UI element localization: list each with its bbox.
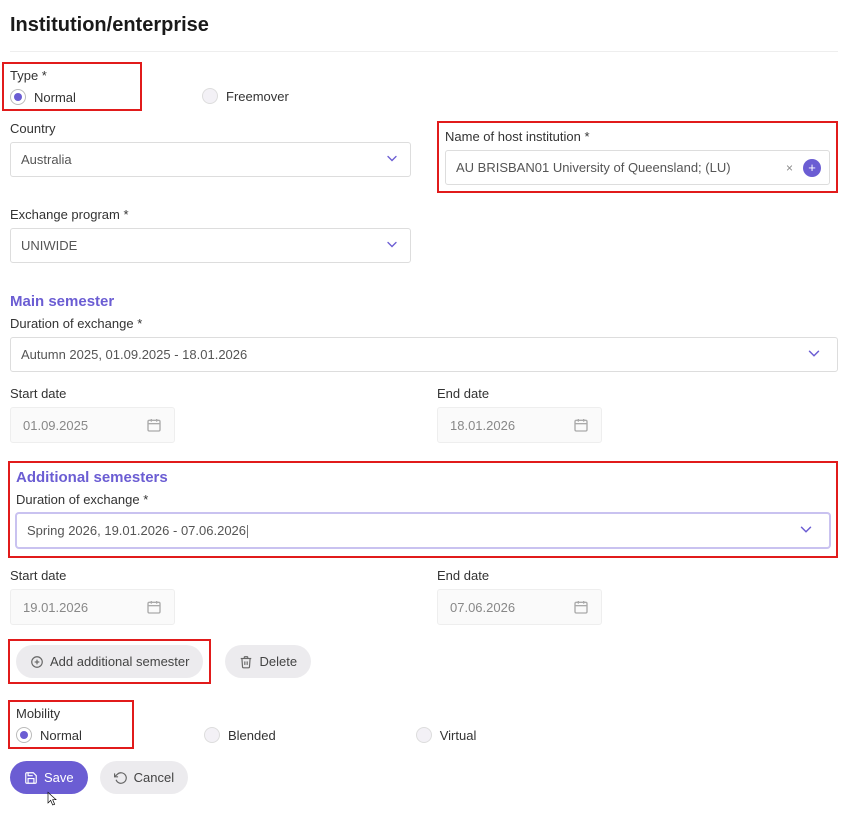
undo-icon bbox=[114, 771, 128, 785]
save-icon bbox=[24, 771, 38, 785]
host-value: AU BRISBAN01 University of Queensland; (… bbox=[456, 160, 731, 175]
main-duration-label: Duration of exchange * bbox=[10, 316, 838, 331]
delete-button[interactable]: Delete bbox=[225, 645, 311, 678]
mobility-virtual-label: Virtual bbox=[440, 728, 477, 743]
page-title: Institution/enterprise bbox=[10, 14, 838, 37]
type-radio-freemover-label: Freemover bbox=[226, 89, 289, 104]
mobility-radio-blended[interactable] bbox=[204, 727, 220, 743]
additional-end-date[interactable]: 07.06.2026 bbox=[437, 589, 602, 625]
save-button[interactable]: Save bbox=[10, 761, 88, 794]
additional-start-label: Start date bbox=[10, 568, 411, 583]
additional-duration-label: Duration of exchange * bbox=[16, 492, 830, 507]
country-value: Australia bbox=[21, 152, 72, 167]
additional-start-date[interactable]: 19.01.2026 bbox=[10, 589, 175, 625]
chevron-down-icon bbox=[384, 150, 400, 169]
divider bbox=[10, 51, 838, 52]
plus-circle-icon bbox=[30, 655, 44, 669]
add-additional-semester-label: Add additional semester bbox=[50, 654, 189, 669]
additional-duration-value: Spring 2026, 19.01.2026 - 07.06.2026 bbox=[27, 523, 248, 538]
type-radio-freemover[interactable] bbox=[202, 88, 218, 104]
program-value: UNIWIDE bbox=[21, 238, 77, 253]
clear-icon[interactable]: × bbox=[786, 161, 793, 175]
host-institution-input[interactable]: AU BRISBAN01 University of Queensland; (… bbox=[445, 150, 830, 185]
additional-start-value: 19.01.2026 bbox=[23, 600, 88, 615]
host-label: Name of host institution * bbox=[445, 129, 830, 144]
program-select[interactable]: UNIWIDE bbox=[10, 228, 411, 263]
mobility-blended-label: Blended bbox=[228, 728, 276, 743]
additional-duration-select[interactable]: Spring 2026, 19.01.2026 - 07.06.2026 bbox=[16, 513, 830, 548]
type-label: Type * bbox=[10, 68, 134, 83]
main-semester-title: Main semester bbox=[10, 293, 838, 310]
main-duration-value: Autumn 2025, 01.09.2025 - 18.01.2026 bbox=[21, 347, 247, 362]
mobility-radio-virtual[interactable] bbox=[416, 727, 432, 743]
country-select[interactable]: Australia bbox=[10, 142, 411, 177]
main-end-date[interactable]: 18.01.2026 bbox=[437, 407, 602, 443]
trash-icon bbox=[239, 655, 253, 669]
mobility-radio-normal[interactable] bbox=[16, 727, 32, 743]
main-end-label: End date bbox=[437, 386, 838, 401]
cancel-label: Cancel bbox=[134, 770, 174, 785]
type-radio-normal[interactable] bbox=[10, 89, 26, 105]
add-additional-semester-button[interactable]: Add additional semester bbox=[16, 645, 203, 678]
calendar-icon bbox=[146, 599, 162, 615]
main-end-value: 18.01.2026 bbox=[450, 418, 515, 433]
mobility-normal-label: Normal bbox=[40, 728, 82, 743]
type-radio-normal-label: Normal bbox=[34, 90, 76, 105]
main-start-date[interactable]: 01.09.2025 bbox=[10, 407, 175, 443]
chevron-down-icon bbox=[805, 344, 823, 365]
additional-end-value: 07.06.2026 bbox=[450, 600, 515, 615]
chevron-down-icon bbox=[384, 236, 400, 255]
calendar-icon bbox=[146, 417, 162, 433]
additional-end-label: End date bbox=[437, 568, 838, 583]
mobility-label: Mobility bbox=[16, 706, 126, 721]
main-duration-select[interactable]: Autumn 2025, 01.09.2025 - 18.01.2026 bbox=[10, 337, 838, 372]
country-label: Country bbox=[10, 121, 411, 136]
add-icon[interactable]: + bbox=[803, 159, 821, 177]
chevron-down-icon bbox=[797, 520, 815, 541]
additional-title: Additional semesters bbox=[16, 469, 830, 486]
delete-label: Delete bbox=[259, 654, 297, 669]
program-label: Exchange program * bbox=[10, 207, 411, 222]
calendar-icon bbox=[573, 417, 589, 433]
cancel-button[interactable]: Cancel bbox=[100, 761, 188, 794]
save-label: Save bbox=[44, 770, 74, 785]
main-start-label: Start date bbox=[10, 386, 411, 401]
main-start-value: 01.09.2025 bbox=[23, 418, 88, 433]
calendar-icon bbox=[573, 599, 589, 615]
